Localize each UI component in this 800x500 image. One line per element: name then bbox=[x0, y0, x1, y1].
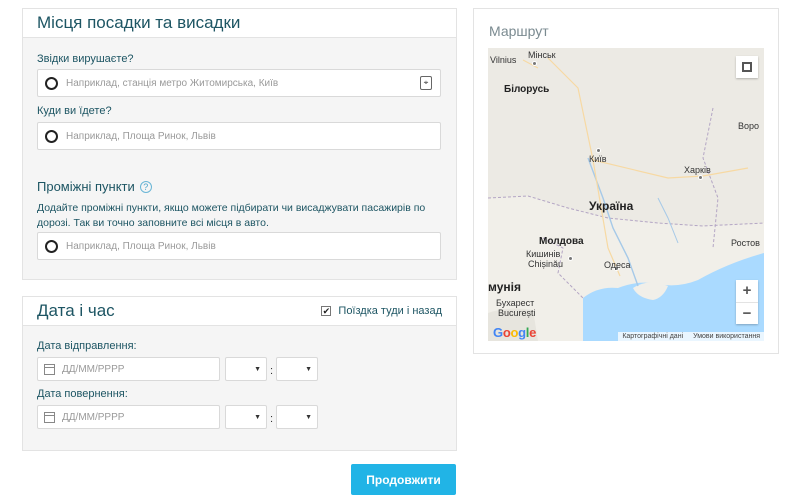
departure-date-input[interactable] bbox=[62, 363, 212, 375]
map-label-minsk: Мінськ bbox=[528, 50, 556, 60]
return-time-separator: : bbox=[270, 413, 274, 425]
round-trip-label: Поїздка туди і назад bbox=[338, 305, 442, 317]
from-input[interactable] bbox=[66, 70, 420, 96]
datetime-panel-header: Дата і час ✔ Поїздка туди і назад bbox=[23, 297, 456, 326]
map-label-kharkiv: Харків bbox=[684, 165, 711, 175]
map-label-moldova: Молдова bbox=[539, 236, 584, 247]
calendar-icon bbox=[44, 411, 55, 423]
origin-circle-icon bbox=[45, 76, 58, 90]
map-label-ukraine: Україна bbox=[589, 199, 634, 213]
continue-button[interactable]: Продовжити bbox=[351, 464, 456, 495]
return-date-field[interactable] bbox=[37, 405, 220, 429]
departure-minute-select[interactable]: ▼ bbox=[276, 357, 318, 381]
map-label-vilnius: Vilnius bbox=[490, 55, 517, 65]
stops-title: Проміжні пункти ? bbox=[37, 179, 152, 194]
departure-time-separator: : bbox=[270, 365, 274, 377]
stop-circle-icon bbox=[45, 239, 58, 253]
to-field[interactable] bbox=[37, 122, 441, 150]
terms-link[interactable]: Умови використання bbox=[693, 333, 760, 340]
map-city-dot bbox=[596, 148, 601, 153]
calendar-icon bbox=[44, 363, 55, 375]
departure-label: Дата відправлення: bbox=[37, 340, 137, 352]
chevron-down-icon: ▼ bbox=[305, 365, 312, 373]
map-label-kyiv: Київ bbox=[589, 154, 607, 164]
departure-date-field[interactable] bbox=[37, 357, 220, 381]
return-minute-select[interactable]: ▼ bbox=[276, 405, 318, 429]
route-title: Маршрут bbox=[489, 23, 549, 39]
route-map[interactable]: Vilnius Мінськ Білорусь Київ Харків Воро… bbox=[488, 48, 764, 341]
help-icon[interactable]: ? bbox=[139, 180, 152, 193]
map-label-belarus: Білорусь bbox=[504, 84, 550, 95]
pickup-dropoff-panel: Місця посадки та висадки Звідки вирушаєт… bbox=[22, 8, 457, 280]
destination-circle-icon bbox=[45, 129, 58, 143]
datetime-panel: Дата і час ✔ Поїздка туди і назад Дата в… bbox=[22, 296, 457, 451]
stop-input[interactable] bbox=[66, 233, 440, 259]
to-label: Куди ви їдете? bbox=[37, 105, 112, 117]
zoom-in-button[interactable]: + bbox=[736, 280, 758, 303]
chevron-down-icon: ▼ bbox=[254, 365, 261, 373]
stop-field[interactable] bbox=[37, 232, 441, 260]
return-date-input[interactable] bbox=[62, 411, 212, 423]
chevron-down-icon: ▼ bbox=[305, 413, 312, 421]
map-label-odesa: Одеса bbox=[604, 260, 631, 270]
stops-description: Додайте проміжні пункти, якщо можете під… bbox=[37, 202, 426, 229]
datetime-panel-title: Дата і час bbox=[37, 301, 115, 320]
map-label-voronezh: Воро bbox=[738, 121, 760, 131]
map-label-rostov: Ростов bbox=[731, 238, 760, 248]
map-city-dot bbox=[532, 61, 537, 66]
google-logo: Google bbox=[493, 325, 537, 340]
return-label: Дата повернення: bbox=[37, 388, 128, 400]
departure-hour-select[interactable]: ▼ bbox=[225, 357, 267, 381]
map-label-chisinau: Chișinău bbox=[528, 259, 564, 269]
map-label-chisinau-ua: Кишинів bbox=[526, 249, 561, 259]
to-input[interactable] bbox=[66, 123, 440, 149]
location-pin-icon[interactable]: ⌖ bbox=[420, 76, 432, 90]
zoom-out-button[interactable]: − bbox=[736, 303, 758, 325]
map-city-dot bbox=[568, 256, 573, 261]
from-field[interactable]: ⌖ bbox=[37, 69, 441, 97]
map-label-bucharest: București bbox=[498, 308, 536, 318]
return-hour-select[interactable]: ▼ bbox=[225, 405, 267, 429]
from-label: Звідки вирушаєте? bbox=[37, 53, 134, 65]
pickup-panel-title: Місця посадки та висадки bbox=[37, 13, 241, 32]
fullscreen-button[interactable] bbox=[736, 56, 758, 78]
fullscreen-icon bbox=[742, 62, 752, 72]
pickup-panel-header: Місця посадки та висадки bbox=[23, 9, 456, 38]
chevron-down-icon: ▼ bbox=[254, 413, 261, 421]
map-label-bucharest-ua: Бухарест bbox=[496, 298, 535, 308]
route-panel: Маршрут Vilnius Мінськ Білорусь Київ Хар… bbox=[473, 8, 779, 354]
map-label-romania: мунія bbox=[488, 280, 521, 294]
stops-title-text: Проміжні пункти bbox=[37, 179, 135, 194]
map-data-link[interactable]: Картографічні дані bbox=[622, 333, 683, 340]
zoom-control: + − bbox=[736, 280, 758, 324]
round-trip-checkbox[interactable]: ✔ bbox=[321, 306, 332, 316]
round-trip-toggle[interactable]: ✔ Поїздка туди і назад bbox=[321, 305, 442, 317]
map-city-dot bbox=[698, 175, 703, 180]
map-attribution: Картографічні дані Умови використання bbox=[618, 332, 764, 341]
